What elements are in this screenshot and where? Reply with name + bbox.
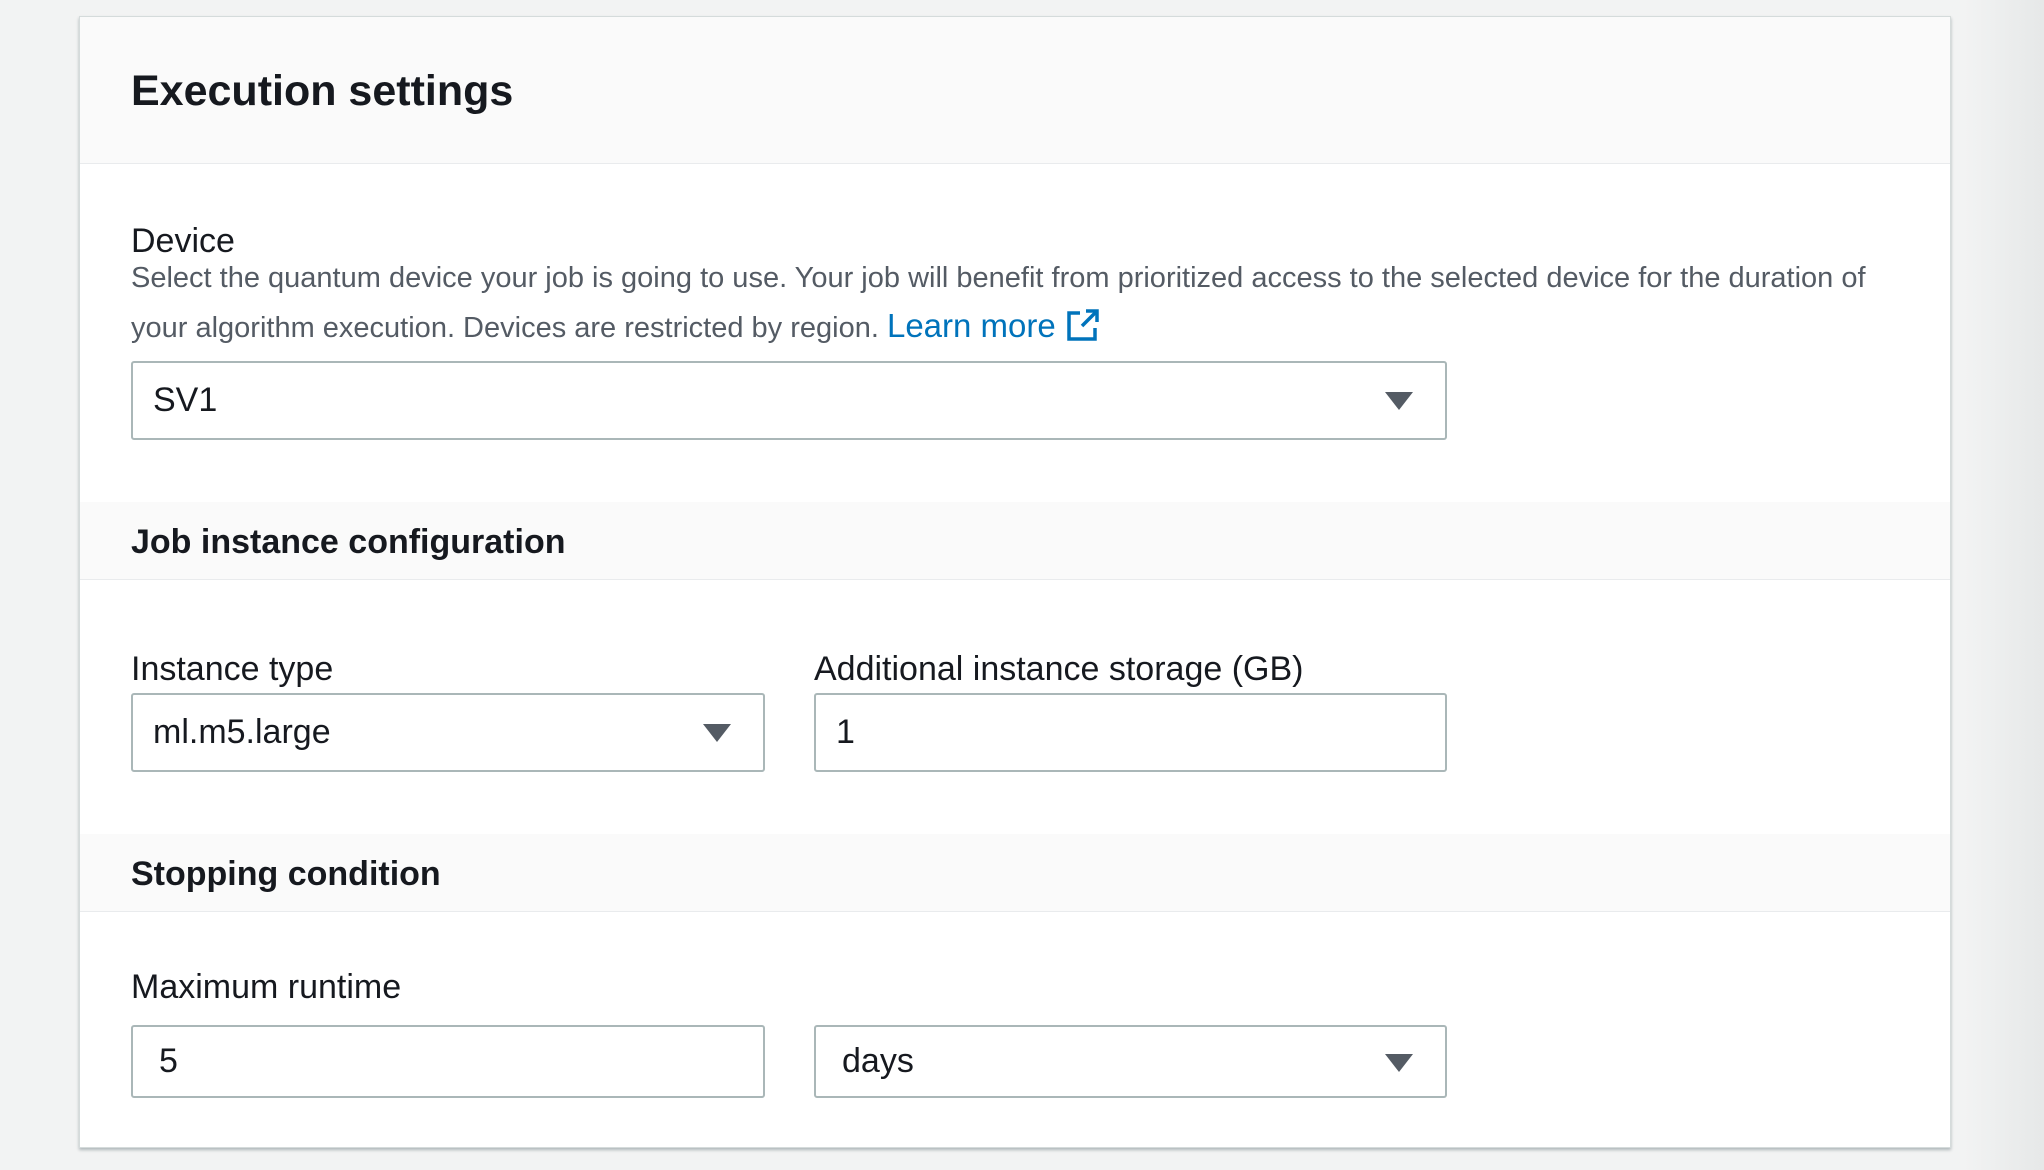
job-instance-section-title: Job instance configuration	[131, 523, 566, 561]
panel-header: Execution settings	[80, 17, 1950, 164]
max-runtime-input[interactable]: 5	[131, 1025, 765, 1098]
learn-more-link[interactable]: Learn more	[887, 307, 1100, 344]
stopping-condition-section-header: Stopping condition	[80, 834, 1950, 912]
storage-label: Additional instance storage (GB)	[814, 650, 1304, 688]
device-description: Select the quantum device your job is go…	[131, 254, 1921, 352]
learn-more-label: Learn more	[886, 307, 1056, 344]
instance-type-select[interactable]: ml.m5.large	[131, 693, 765, 772]
runtime-unit-value: days	[842, 1042, 914, 1080]
panel-title: Execution settings	[131, 67, 514, 115]
caret-down-icon	[1385, 1054, 1413, 1072]
storage-value: 1	[836, 713, 855, 751]
caret-down-icon	[703, 724, 731, 742]
instance-type-value: ml.m5.large	[153, 713, 331, 751]
max-runtime-value: 5	[159, 1042, 178, 1080]
execution-settings-panel: Execution settings Device Select the qua…	[79, 16, 1951, 1148]
stopping-condition-section-title: Stopping condition	[131, 855, 441, 893]
storage-input[interactable]: 1	[814, 693, 1447, 772]
external-link-icon	[1066, 309, 1099, 341]
runtime-unit-select[interactable]: days	[814, 1025, 1447, 1098]
job-instance-section-header: Job instance configuration	[80, 502, 1950, 580]
caret-down-icon	[1385, 392, 1413, 410]
device-select-value: SV1	[153, 381, 218, 419]
page-edge-shade	[1964, 0, 2044, 1170]
instance-type-label: Instance type	[131, 650, 334, 688]
device-select[interactable]: SV1	[131, 361, 1447, 440]
max-runtime-label: Maximum runtime	[131, 968, 402, 1006]
